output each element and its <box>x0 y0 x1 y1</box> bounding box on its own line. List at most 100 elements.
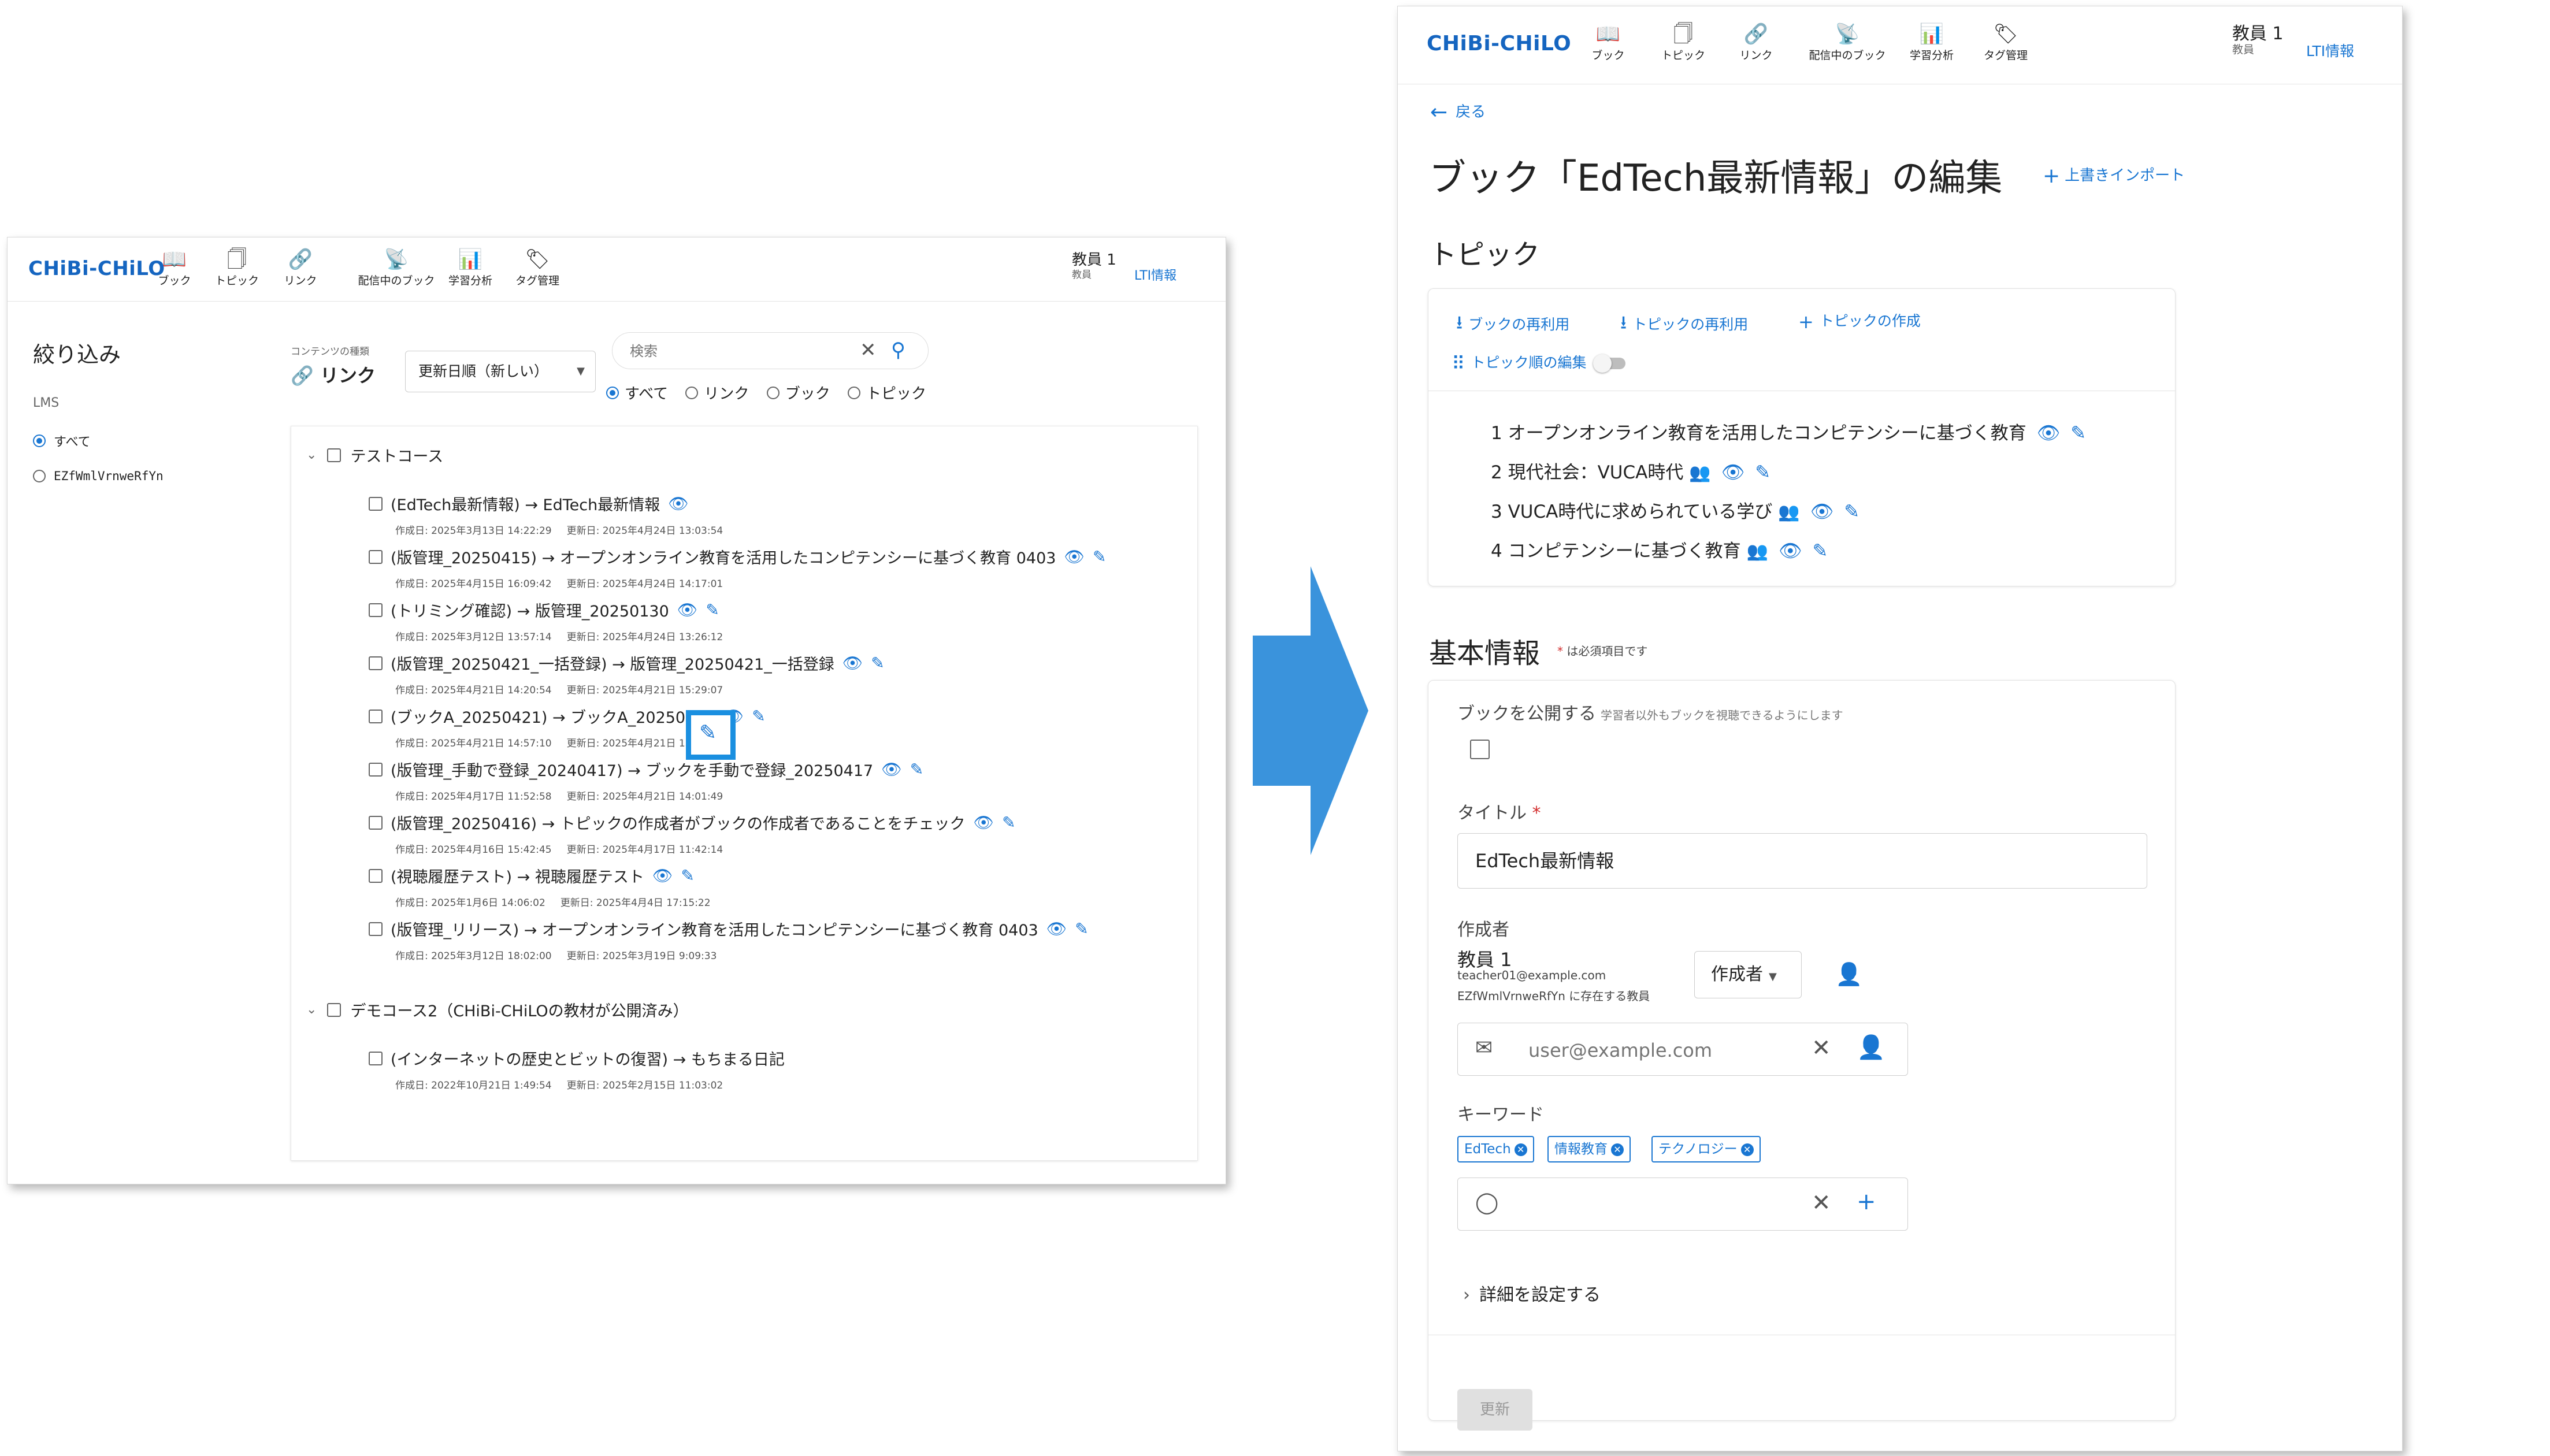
chip-remove-icon[interactable]: ✕ <box>1611 1143 1624 1156</box>
overwrite-import-button[interactable]: + 上書きインポート <box>2043 164 2185 188</box>
edit-pencil-icon[interactable]: ✎ <box>752 707 765 726</box>
preview-eye-icon[interactable]: 👁 <box>1064 547 1085 566</box>
item-meta: 作成日: 2025年4月21日 14:57:10 更新日: 2025年4月21日 … <box>395 735 723 749</box>
highlighted-edit-button[interactable]: ✎ <box>686 710 736 760</box>
nav-broadcast-books[interactable]: 📡 配信中のブック <box>353 248 440 288</box>
item-checkbox[interactable] <box>369 496 383 511</box>
nav-tags[interactable]: 🏷 タグ管理 <box>506 248 569 288</box>
radio-checked-icon[interactable] <box>606 386 619 399</box>
lms-option-all[interactable]: すべて <box>33 432 91 450</box>
edit-pencil-icon[interactable]: ✎ <box>1755 461 1770 483</box>
type-option-topic[interactable]: トピック <box>847 382 926 403</box>
plus-icon[interactable]: + <box>1857 1188 1876 1215</box>
nav-tags[interactable]: 🏷 タグ管理 <box>1970 23 2042 62</box>
preview-eye-icon[interactable]: 👁 <box>668 494 689 513</box>
search-input[interactable] <box>629 340 851 363</box>
radio-checked-icon[interactable] <box>33 434 46 447</box>
chip-remove-icon[interactable]: ✕ <box>1514 1143 1527 1156</box>
item-checkbox[interactable] <box>369 922 383 936</box>
preview-eye-icon[interactable]: 👁 <box>1810 500 1834 522</box>
reuse-book-button[interactable]: ⭳ ブックの再利用 <box>1456 310 1569 341</box>
edit-pencil-icon[interactable]: ✎ <box>871 653 884 673</box>
clear-icon[interactable]: ✕ <box>860 339 877 362</box>
item-checkbox[interactable] <box>369 762 383 777</box>
publish-checkbox[interactable] <box>1470 740 1490 759</box>
edit-pencil-icon[interactable]: ✎ <box>1075 919 1088 938</box>
preview-eye-icon[interactable]: 👁 <box>1779 540 1802 562</box>
chevron-down-icon[interactable]: ⌄ <box>306 448 317 462</box>
nav-topic[interactable]: 🗍 トピック <box>205 248 269 288</box>
lti-info-link[interactable]: LTI情報 <box>1134 265 1176 284</box>
radio-unchecked-icon[interactable] <box>33 470 46 482</box>
app-logo[interactable]: CHiBi-CHiLO <box>1427 32 1571 55</box>
item-checkbox[interactable] <box>369 549 383 564</box>
keyword-chip[interactable]: EdTech ✕ <box>1457 1136 1534 1162</box>
lms-option-ezf[interactable]: EZfWmlVrnweRfYn <box>33 469 164 483</box>
reorder-topics-toggle[interactable]: ⠿ トピック順の編集 <box>1452 351 1626 374</box>
remove-person-icon[interactable]: 👤 <box>1835 961 1862 987</box>
clear-icon[interactable]: ✕ <box>1812 1190 1831 1216</box>
toggle-switch[interactable] <box>1593 354 1626 373</box>
course-checkbox[interactable] <box>327 448 342 462</box>
nav-book[interactable]: 📖 ブック <box>1572 23 1644 62</box>
preview-eye-icon[interactable]: 👁 <box>1046 919 1067 938</box>
course-checkbox[interactable] <box>327 1002 342 1017</box>
type-option-link[interactable]: リンク <box>685 382 749 403</box>
reuse-topic-button[interactable]: ⭳ トピックの再利用 <box>1620 310 1748 341</box>
search-icon[interactable]: ⚲ <box>891 339 905 362</box>
item-checkbox[interactable] <box>369 709 383 723</box>
details-expander[interactable]: › 詳細を設定する <box>1463 1280 1601 1306</box>
update-button[interactable]: 更新 <box>1457 1389 1532 1431</box>
nav-analytics[interactable]: 📊 学習分析 <box>1896 23 1968 62</box>
type-option-book[interactable]: ブック <box>766 382 830 403</box>
keyword-chip[interactable]: 情報教育 ✕ <box>1547 1136 1631 1162</box>
item-checkbox[interactable] <box>369 1051 383 1065</box>
keyword-input[interactable] <box>1527 1192 1801 1219</box>
keyword-chip[interactable]: テクノロジー ✕ <box>1651 1136 1761 1162</box>
course-row[interactable]: ⌄ テストコース <box>306 444 443 466</box>
edit-pencil-icon[interactable]: ✎ <box>706 600 719 619</box>
item-checkbox[interactable] <box>369 603 383 617</box>
edit-pencil-icon[interactable]: ✎ <box>1093 547 1106 566</box>
item-checkbox[interactable] <box>369 815 383 830</box>
radio-unchecked-icon[interactable] <box>847 386 860 399</box>
item-checkbox[interactable] <box>369 868 383 883</box>
create-topic-button[interactable]: + トピックの作成 <box>1798 310 1921 333</box>
preview-eye-icon[interactable]: 👁 <box>2037 422 2061 444</box>
edit-pencil-icon[interactable]: ✎ <box>1002 813 1015 832</box>
preview-eye-icon[interactable]: 👁 <box>652 866 673 885</box>
edit-pencil-icon[interactable]: ✎ <box>1844 500 1859 522</box>
list-item: (版管理_20250416) → トピックの作成者がブックの作成者であることをチ… <box>369 811 1016 834</box>
chip-remove-icon[interactable]: ✕ <box>1740 1143 1754 1156</box>
nav-analytics[interactable]: 📊 学習分析 <box>439 248 502 288</box>
email-input[interactable] <box>1527 1037 1801 1064</box>
title-input[interactable]: EdTech最新情報 <box>1457 833 2147 889</box>
preview-eye-icon[interactable]: 👁 <box>1721 461 1745 483</box>
edit-pencil-icon[interactable]: ✎ <box>910 760 923 779</box>
nav-link[interactable]: 🔗 リンク <box>269 248 332 288</box>
lti-info-link[interactable]: LTI情報 <box>2306 40 2354 61</box>
add-person-icon[interactable]: 👤 <box>1857 1034 1885 1061</box>
edit-pencil-icon[interactable]: ✎ <box>2070 422 2086 444</box>
sort-select[interactable]: 更新日順（新しい） ▼ <box>405 351 596 392</box>
clear-icon[interactable]: ✕ <box>1812 1035 1831 1061</box>
nav-broadcast-books[interactable]: 📡 配信中のブック <box>1796 23 1898 62</box>
nav-book[interactable]: 📖 ブック <box>143 248 206 288</box>
preview-eye-icon[interactable]: 👁 <box>974 813 994 832</box>
author-role-select[interactable]: 作成者 ▼ <box>1694 951 1802 998</box>
radio-unchecked-icon[interactable] <box>685 386 699 399</box>
course-row[interactable]: ⌄ デモコース2（CHiBi-CHiLOの教材が公開済み） <box>306 998 689 1021</box>
preview-eye-icon[interactable]: 👁 <box>881 760 902 779</box>
edit-pencil-icon[interactable]: ✎ <box>681 866 694 885</box>
content-type-value[interactable]: 🔗 リンク <box>291 361 376 388</box>
nav-link[interactable]: 🔗 リンク <box>1720 23 1792 62</box>
back-link[interactable]: ← 戻る <box>1430 100 1486 124</box>
chevron-down-icon[interactable]: ⌄ <box>306 1002 317 1017</box>
nav-topic[interactable]: 🗍 トピック <box>1647 23 1719 62</box>
preview-eye-icon[interactable]: 👁 <box>842 653 863 673</box>
item-checkbox[interactable] <box>369 656 383 670</box>
edit-pencil-icon[interactable]: ✎ <box>1813 540 1828 562</box>
preview-eye-icon[interactable]: 👁 <box>677 600 698 619</box>
radio-unchecked-icon[interactable] <box>766 386 780 399</box>
type-option-all[interactable]: すべて <box>606 382 668 403</box>
